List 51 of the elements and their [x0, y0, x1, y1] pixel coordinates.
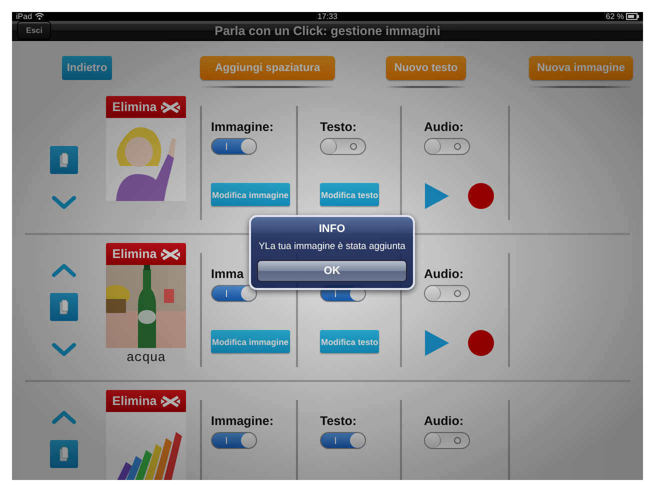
play-icon[interactable] — [424, 182, 450, 210]
section-label: Audio: — [424, 120, 464, 135]
action-button[interactable]: Nuovo testo — [386, 56, 466, 80]
record-icon[interactable] — [468, 330, 494, 356]
document-icon — [59, 152, 69, 168]
image-caption: acqua — [126, 350, 166, 365]
toggle-switch[interactable] — [320, 138, 366, 155]
document-icon — [59, 299, 69, 315]
toggle-switch[interactable] — [424, 285, 470, 302]
copy-button[interactable] — [50, 293, 78, 321]
clock-time: 17:33 — [317, 12, 338, 21]
battery-level: 62 % — [606, 12, 624, 21]
edit-button[interactable]: Modifica testo — [320, 330, 380, 353]
edit-button[interactable]: Modifica testo — [320, 183, 380, 206]
delete-button[interactable]: Elimina — [106, 390, 186, 412]
cross-icon — [160, 102, 180, 112]
alert-message: YLa tua immagine è stata aggiunta — [258, 241, 406, 252]
alert-title: INFO — [318, 223, 346, 235]
screen-title: Parla con un Click: gestione immagini — [214, 24, 440, 38]
play-icon[interactable] — [424, 329, 450, 357]
copy-button[interactable] — [50, 440, 78, 468]
section-label: Testo: — [320, 414, 357, 429]
toggle-switch[interactable] — [211, 285, 257, 302]
device-name: iPad — [16, 12, 32, 21]
toggle-switch[interactable] — [424, 432, 470, 449]
cross-icon — [160, 396, 180, 406]
section-label: Immagine: — [211, 120, 274, 135]
section-label: Audio: — [424, 267, 464, 282]
edit-button[interactable]: Modifica immagine — [211, 183, 290, 206]
section-label: Audio: — [424, 414, 464, 429]
toggle-switch[interactable] — [211, 138, 257, 155]
copy-button[interactable] — [50, 146, 78, 174]
action-button[interactable]: Aggiungi spaziatura — [200, 56, 335, 80]
delete-button[interactable]: Elimina — [106, 96, 186, 118]
ok-button[interactable]: OK — [257, 260, 407, 282]
toggle-switch[interactable] — [320, 432, 366, 449]
delete-button[interactable]: Elimina — [106, 243, 186, 265]
toggle-switch[interactable] — [424, 138, 470, 155]
record-icon[interactable] — [468, 183, 494, 209]
toggle-switch[interactable] — [211, 432, 257, 449]
section-label: Testo: — [320, 120, 357, 135]
section-label: Immagine: — [211, 414, 274, 429]
back-button[interactable]: Indietro — [62, 56, 112, 80]
section-label: Imma — [211, 267, 244, 282]
battery-icon — [626, 13, 639, 20]
edit-button[interactable]: Modifica immagine — [211, 330, 290, 353]
wifi-icon — [35, 13, 44, 20]
cross-icon — [160, 248, 180, 260]
document-icon — [59, 446, 69, 462]
action-button[interactable]: Nuova immagine — [529, 56, 633, 80]
exit-button[interactable]: Esci — [17, 21, 52, 40]
